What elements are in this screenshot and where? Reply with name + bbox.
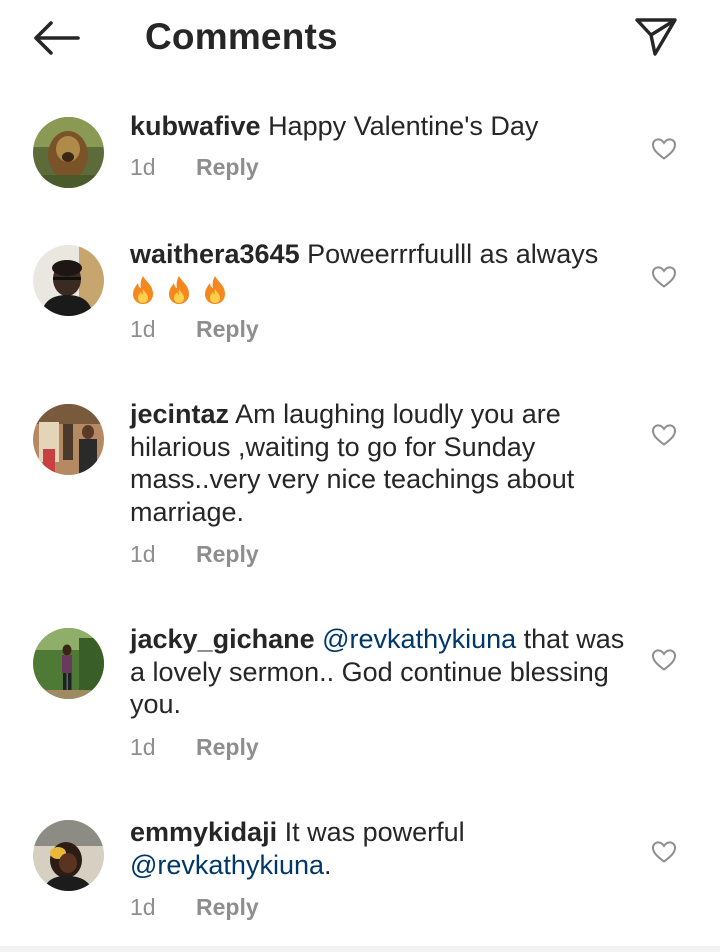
comment-text: Poweerrrfuulll as always [307,239,599,269]
comment-mention[interactable]: @revkathykiuna [322,624,516,654]
avatar[interactable] [33,245,104,316]
header-bar: Comments [0,0,720,80]
comment-time: 1d [130,315,156,342]
fire-icon [169,275,189,304]
reply-button[interactable]: Reply [196,153,259,181]
fire-icon [205,275,225,304]
comment-mention[interactable]: @revkathykiuna [130,850,324,880]
comment-text-after: . [324,849,332,880]
reply-button[interactable]: Reply [196,315,259,343]
like-button[interactable] [648,837,680,867]
comment-time: 1d [130,733,156,760]
heart-icon [651,841,677,863]
comment-username[interactable]: jecintaz [130,399,229,429]
reply-button[interactable]: Reply [196,893,259,921]
reply-button[interactable]: Reply [196,733,259,761]
share-button[interactable] [630,14,682,60]
comment-text: It was powerful [284,817,465,847]
avatar[interactable] [33,404,104,475]
heart-icon [651,138,677,160]
comment-time: 1d [130,541,156,567]
comment-username[interactable]: emmykidaji [130,817,277,847]
reply-button[interactable]: Reply [196,540,259,568]
paper-plane-icon [635,18,677,56]
arrow-left-icon [34,21,80,55]
fire-icon [133,275,153,304]
heart-icon [651,649,677,671]
avatar[interactable] [33,117,104,188]
back-button[interactable] [30,18,82,58]
fire-emoji-group [130,275,630,305]
heart-icon [651,424,677,446]
comment-username[interactable]: waithera3645 [130,239,300,269]
comment-text: Happy Valentine's Day [268,111,539,141]
like-button[interactable] [648,420,680,450]
comment-time: 1d [130,894,156,920]
heart-icon [651,266,677,288]
comment-time: 1d [130,153,156,180]
like-button[interactable] [648,134,680,164]
bottom-divider [0,946,720,952]
comment-username[interactable]: jacky_gichane [130,624,315,654]
comment-username[interactable]: kubwafive [130,111,261,141]
avatar[interactable] [33,820,104,891]
like-button[interactable] [648,645,680,675]
page-title: Comments [145,16,338,57]
like-button[interactable] [648,262,680,292]
avatar[interactable] [33,628,104,699]
